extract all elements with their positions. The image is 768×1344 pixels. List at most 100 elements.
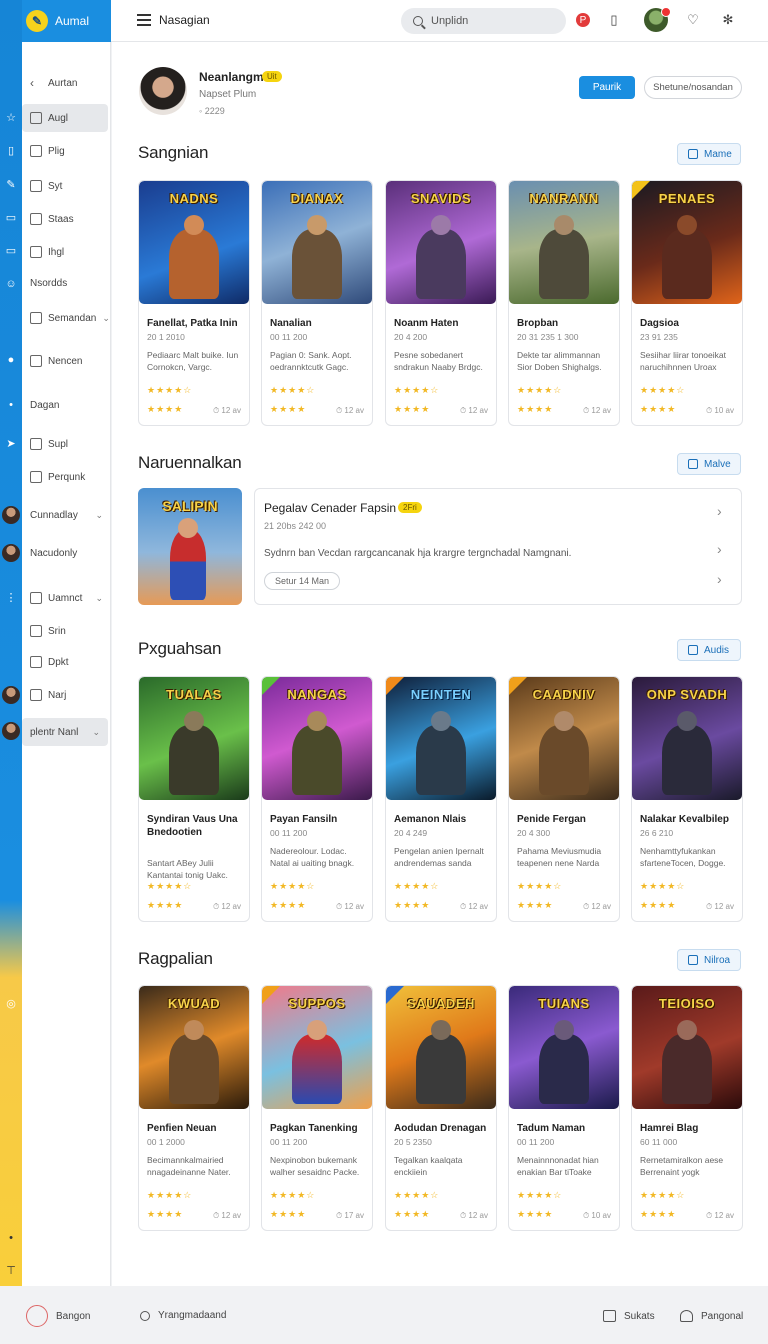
character-head <box>307 215 327 235</box>
sidebar-item-plentr-nanl[interactable]: plentr Nanl ⌄ <box>22 718 108 746</box>
cover-title: TUIANS <box>538 996 590 1011</box>
game-card[interactable]: NEINTEN Aemanon Nlais 20 4 249 Pengelan … <box>385 676 497 922</box>
cover-title: TUALAS <box>166 687 222 702</box>
sidebar-item-semandan[interactable]: Semandan ⌄ <box>22 304 111 332</box>
circle-icon[interactable]: ◎ <box>3 996 19 1012</box>
sidebar-item-nencen[interactable]: Nencen <box>22 347 111 375</box>
chevron-right-icon[interactable]: › <box>717 503 722 519</box>
sidebar-item-label: Dagan <box>30 399 60 411</box>
box-icon[interactable]: ▭ <box>3 243 19 259</box>
user-icon[interactable]: ☺ <box>3 276 19 292</box>
sidebar-item-plig[interactable]: Plig <box>22 137 111 165</box>
card-description: Pagian 0: Sank. Aopt. oedrannktcutk Gagc… <box>270 350 352 372</box>
game-card[interactable]: ONP SVADH Nalakar Kevalbilep 26 6 210 Ne… <box>631 676 743 922</box>
sidebar-item-dpkt[interactable]: Dpkt <box>22 648 111 676</box>
box-icon[interactable]: ▭ <box>3 210 19 226</box>
featured-badge: 2Fri <box>398 502 422 513</box>
character-head <box>677 1020 697 1040</box>
character-head <box>554 711 574 731</box>
game-card[interactable]: SUPPOS Pagkan Tanenking 00 11 200 Nexpin… <box>261 985 373 1231</box>
sidebar-item-syt[interactable]: Syt <box>22 172 111 200</box>
edit-icon[interactable]: ✎ <box>3 177 19 193</box>
card-stat: ⏱ 17 av <box>335 1211 364 1220</box>
sidebar-item-perqunk[interactable]: Perqunk <box>22 463 111 491</box>
game-card[interactable]: SNAVIDS Noanm Haten 20 4 200 Pesne sobed… <box>385 180 497 426</box>
game-card[interactable]: SAUADEH Aodudan Drenagan 20 5 2350 Tegal… <box>385 985 497 1231</box>
sidebar-item-uamnct[interactable]: Uamnct ⌄ <box>22 584 111 612</box>
card-stat: ⏱ 12 av <box>212 902 241 911</box>
bottom-search-button[interactable]: Yrangmadaand <box>140 1310 226 1321</box>
user-avatar[interactable] <box>644 7 671 32</box>
game-card[interactable]: CAADNIV Penide Fergan 20 4 300 Pahama Me… <box>508 676 620 922</box>
section-more-button[interactable]: Mame <box>677 143 741 165</box>
featured-cover-image[interactable]: SALIPIN <box>138 488 242 605</box>
game-card[interactable]: NADNS Fanellat, Patka Inin 20 1 2010 Ped… <box>138 180 250 426</box>
game-card[interactable]: TUALAS Syndiran Vaus Una Bnedootien Sant… <box>138 676 250 922</box>
avatar[interactable] <box>2 722 20 740</box>
avatar[interactable] <box>2 686 20 704</box>
card-stat: ⏱ 12 av <box>582 406 611 415</box>
chat-icon[interactable]: ♡ <box>684 11 702 29</box>
sidebar-item-augl[interactable]: Augl <box>22 104 108 132</box>
bottom-profile-button[interactable]: Pangonal <box>680 1310 743 1322</box>
pin-icon[interactable]: P <box>576 13 590 27</box>
bookmark-icon[interactable]: ▯ <box>605 11 623 29</box>
featured-panel[interactable]: Pegalav Cenader Fapsin 2Fri 21 20bs 242 … <box>254 488 742 605</box>
game-cover-image: TUIANS <box>509 986 619 1109</box>
bottom-home-button[interactable]: Bangon <box>26 1305 90 1327</box>
section-more-button[interactable]: Audis <box>677 639 741 661</box>
sidebar-item-srin[interactable]: Srin <box>22 617 111 645</box>
search-input[interactable] <box>431 15 551 27</box>
main-content: Neanlangm Uit Napset Plum ◦ 2229 Paurik … <box>112 42 768 1286</box>
cover-title: SUPPOS <box>288 996 346 1011</box>
topbar: Nasagian P ▯ ♡ ✻ <box>111 0 768 42</box>
hamburger-icon[interactable] <box>137 14 151 26</box>
app-rail: ☆ ▯ ✎ ▭ ▭ ☺ ● • ➤ ⋮ ◎ • ⊤ <box>0 0 22 1286</box>
chevron-down-icon: ⌄ <box>95 509 103 520</box>
cover-title: SALIPIN <box>162 498 218 514</box>
character-head <box>431 215 451 235</box>
game-card[interactable]: TUIANS Tadum Naman 00 11 200 Menainnnona… <box>508 985 620 1231</box>
sidebar-item-cunnadlay[interactable]: Cunnadlay ⌄ <box>22 501 111 529</box>
settings-icon[interactable]: ✻ <box>719 11 737 29</box>
search-bar[interactable] <box>401 8 566 34</box>
avatar[interactable] <box>2 506 20 524</box>
card-stat-value: 10 av <box>714 406 734 415</box>
card-description: Rernetamiralkon aese Berrenaint yogk <box>640 1155 724 1177</box>
sidebar-item-narj[interactable]: Narj <box>22 681 111 709</box>
game-card[interactable]: PENAES Dagsioa 23 91 235 Sesiihar liirar… <box>631 180 743 426</box>
character-head <box>184 215 204 235</box>
star-icon[interactable]: ☆ <box>3 110 19 126</box>
game-card[interactable]: KWUAD Penfien Neuan 00 1 2000 Becimannka… <box>138 985 250 1231</box>
box-icon <box>30 592 42 604</box>
bottom-stats-button[interactable]: Sukats <box>603 1310 655 1322</box>
section-more-button[interactable]: Malve <box>677 453 741 475</box>
game-card[interactable]: NANRANN Bropban 20 31 235 1 300 Dekte ta… <box>508 180 620 426</box>
brand-header[interactable]: ✎ Aumal <box>22 0 111 42</box>
sidebar-item-nacudonly[interactable]: Nacudonly <box>22 539 111 567</box>
avatar[interactable] <box>2 544 20 562</box>
sidebar-item-staas[interactable]: Staas <box>22 205 111 233</box>
secondary-button[interactable]: Shetune/nosandan <box>644 76 742 99</box>
box-icon <box>30 312 42 324</box>
section-more-button[interactable]: Nilroa <box>677 949 741 971</box>
primary-button[interactable]: Paurik <box>579 76 635 99</box>
featured-pill-button[interactable]: Setur 14 Man <box>264 572 341 590</box>
sidebar-item-back[interactable]: ‹ Aurtan <box>22 69 111 97</box>
game-card[interactable]: NANGAS Payan Fansiln 00 11 200 Nadereolo… <box>261 676 373 922</box>
profile-avatar[interactable] <box>139 67 187 115</box>
chevron-right-icon[interactable]: › <box>717 541 722 557</box>
lock-icon[interactable]: ● <box>3 352 19 368</box>
sidebar-item-ihgl[interactable]: Ihgl <box>22 238 111 266</box>
bookmark-icon[interactable]: ▯ <box>3 143 19 159</box>
game-card[interactable]: TEIOISO Hamrei Blag 60 11 000 Rernetamir… <box>631 985 743 1231</box>
chevron-right-icon[interactable]: › <box>717 571 722 587</box>
game-card[interactable]: DIANAX Nanalian 00 11 200 Pagian 0: Sank… <box>261 180 373 426</box>
cover-title: ONP SVADH <box>646 687 728 702</box>
grid-icon[interactable]: ⋮ <box>3 590 19 606</box>
box-icon <box>30 246 42 258</box>
send-icon[interactable]: ➤ <box>3 436 19 452</box>
featured-description: Sydnrn ban Vecdan rargcancanak hja krarg… <box>264 548 572 559</box>
sidebar-item-supl[interactable]: Supl <box>22 430 111 458</box>
star-rating-icon: ★★★★☆ <box>270 881 316 891</box>
